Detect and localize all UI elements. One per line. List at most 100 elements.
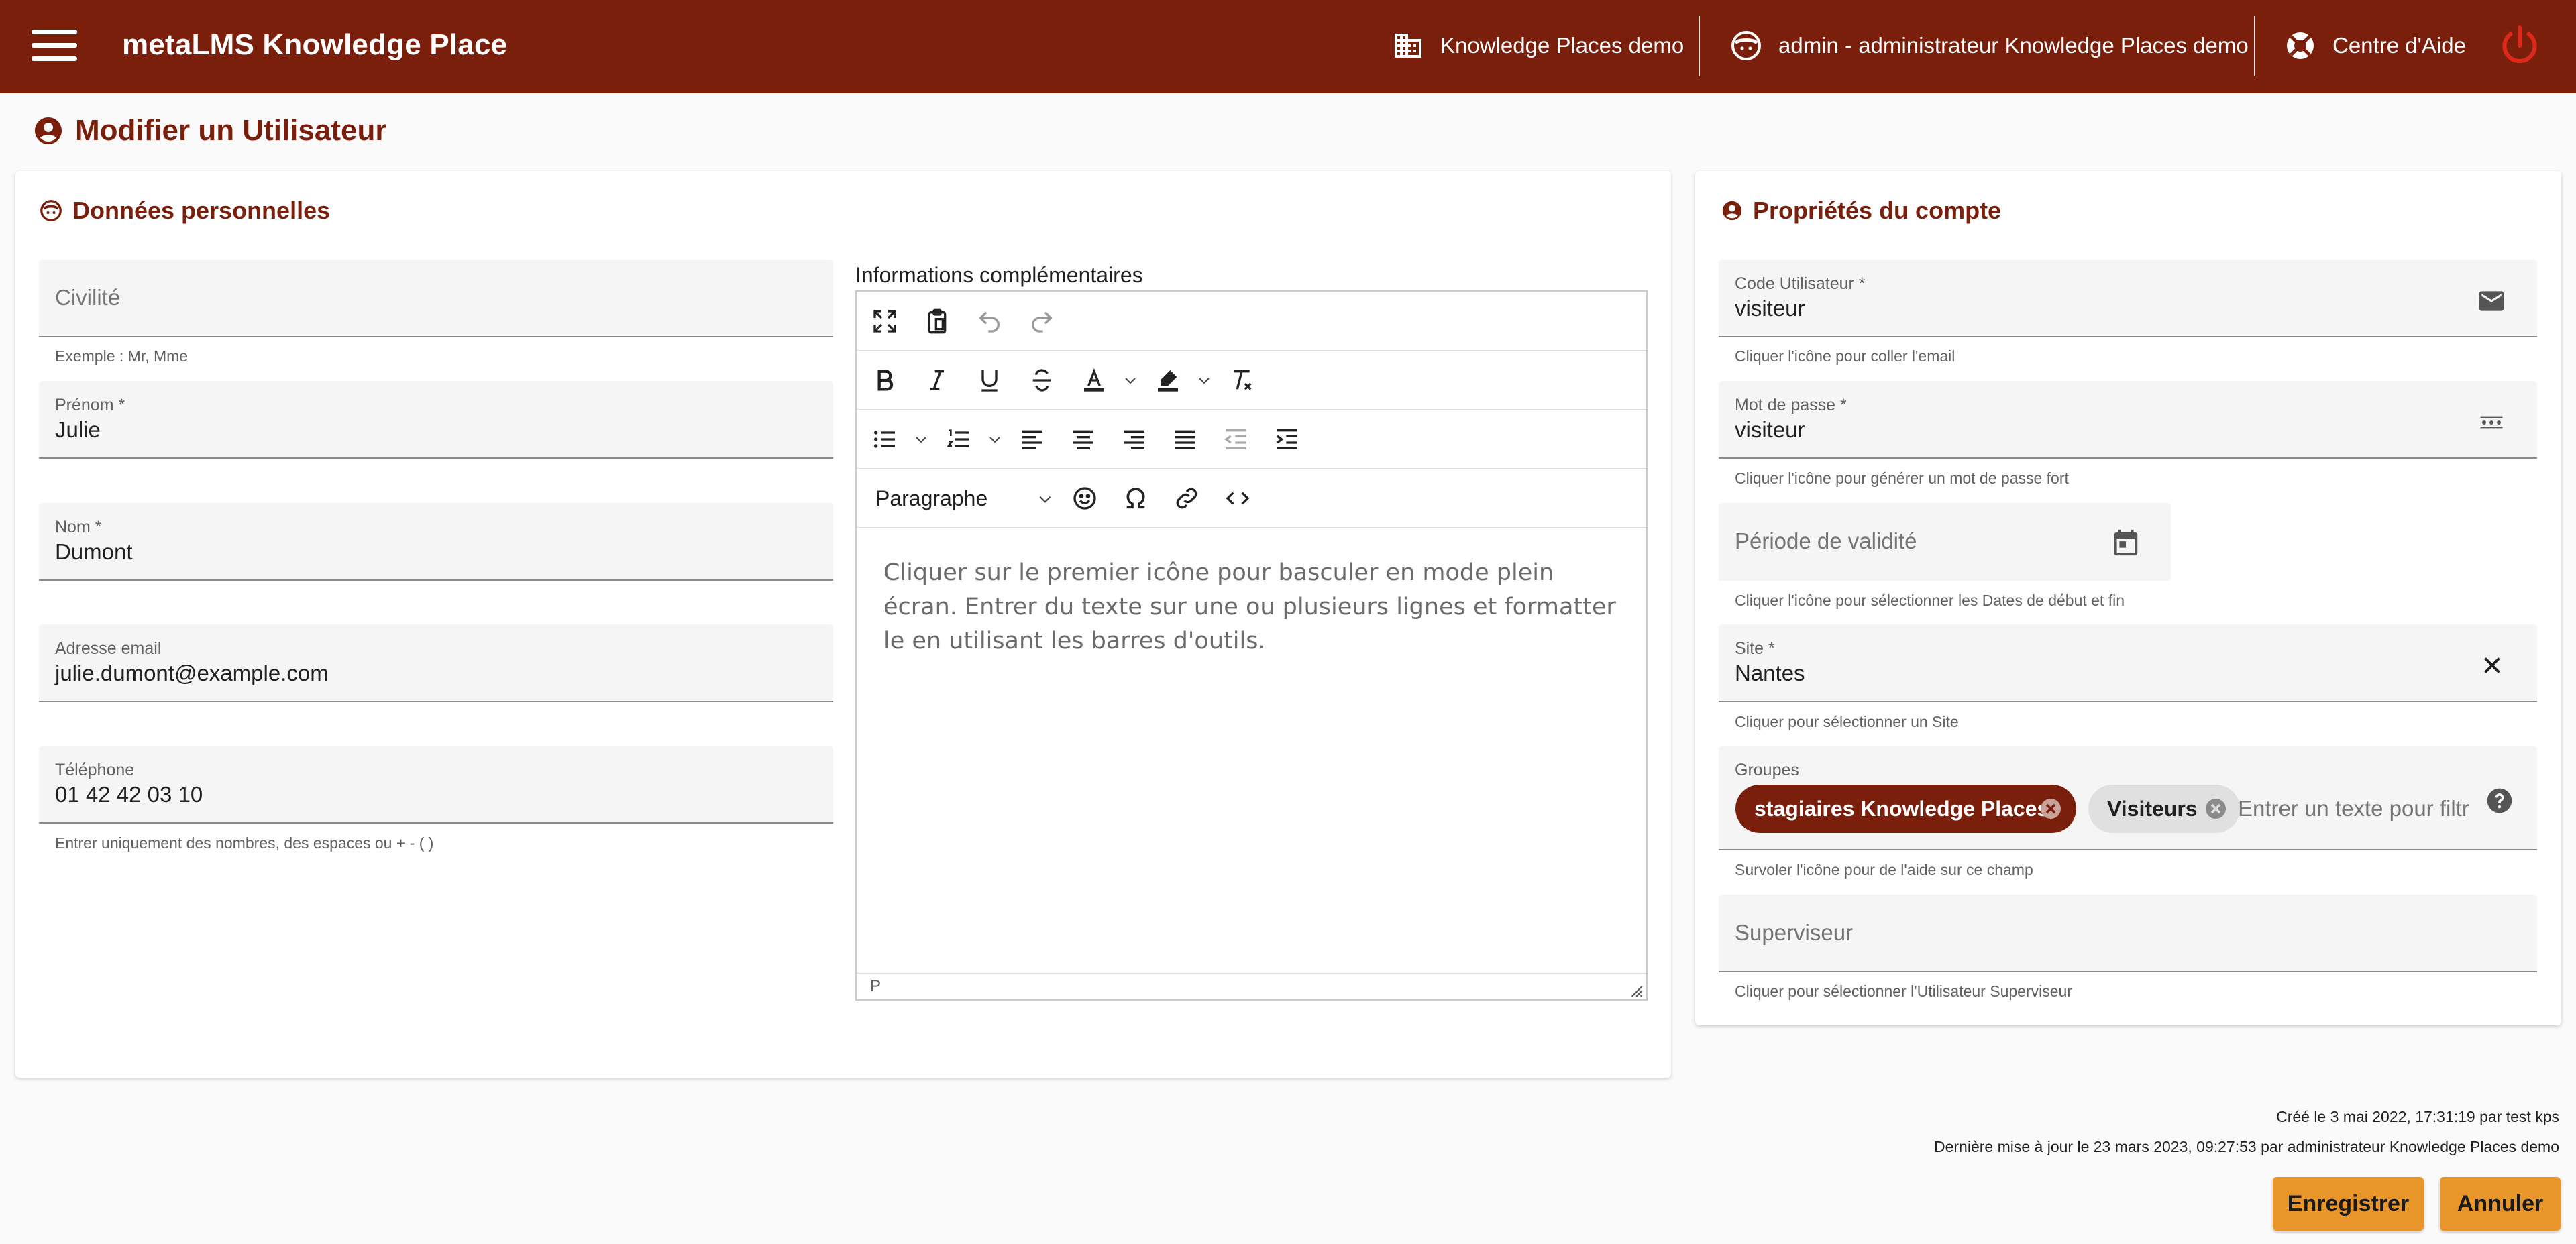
email-field[interactable]: Adresse email julie.dumont@example.com: [39, 624, 833, 702]
cancel-button[interactable]: Annuler: [2440, 1177, 2561, 1231]
user-code-field[interactable]: Code Utilisateur * visiteur: [1719, 260, 2537, 337]
italic-icon[interactable]: [921, 364, 953, 396]
align-left-icon[interactable]: [1016, 423, 1049, 455]
prenom-value: Julie: [55, 417, 101, 442]
place-label: Knowledge Places demo: [1440, 33, 1684, 58]
user-code-value: visiteur: [1735, 296, 1805, 321]
account-properties-title-text: Propriétés du compte: [1753, 196, 2002, 224]
password-value: visiteur: [1735, 417, 1805, 442]
remove-chip-icon[interactable]: [2204, 797, 2228, 821]
emoji-icon[interactable]: [1069, 482, 1101, 514]
place-selector[interactable]: Knowledge Places demo: [1392, 27, 1684, 64]
rich-text-editor: Paragraphe Cliquer sur le premier icône …: [855, 290, 1648, 1001]
top-app-bar: metaLMS Knowledge Place Knowledge Places…: [0, 0, 2576, 93]
site-field[interactable]: Site * Nantes: [1719, 624, 2537, 702]
clear-format-icon[interactable]: [1226, 364, 1258, 396]
help-center-link[interactable]: Centre d'Aide: [2284, 27, 2466, 64]
help-label: Centre d'Aide: [2332, 33, 2466, 58]
paste-icon[interactable]: [921, 305, 953, 337]
prenom-label: Prénom *: [55, 396, 125, 414]
password-generate-icon[interactable]: [2477, 408, 2506, 437]
outdent-icon[interactable]: [1220, 423, 1252, 455]
account-properties-title: Propriétés du compte: [1721, 196, 2001, 225]
chevron-down-icon[interactable]: [913, 431, 929, 447]
telephone-hint: Entrer uniquement des nombres, des espac…: [55, 834, 434, 852]
user-menu[interactable]: admin - administrateur Knowledge Places …: [1730, 27, 2249, 64]
editor-statusbar: P: [857, 973, 1646, 999]
editor-label: Informations complémentaires: [855, 263, 1143, 287]
validity-hint: Cliquer l'icône pour sélectionner les Da…: [1735, 591, 2125, 609]
remove-chip-icon[interactable]: [2039, 797, 2063, 821]
email-label: Adresse email: [55, 639, 162, 658]
nom-label: Nom *: [55, 518, 102, 536]
undo-icon[interactable]: [973, 305, 1006, 337]
resize-handle-icon[interactable]: [1626, 980, 1644, 998]
validity-placeholder: Période de validité: [1735, 528, 1917, 553]
link-icon[interactable]: [1171, 482, 1203, 514]
account-circle-icon: [1722, 201, 1742, 221]
chevron-down-icon[interactable]: [1196, 372, 1212, 388]
group-chip-label: Visiteurs: [2107, 796, 2198, 821]
help-icon[interactable]: [2485, 786, 2514, 815]
email-icon[interactable]: [2477, 286, 2506, 316]
validity-period-field[interactable]: Période de validité: [1719, 503, 2171, 581]
password-field[interactable]: Mot de passe * visiteur: [1719, 381, 2537, 459]
group-chip-label: stagiaires Knowledge Places: [1754, 796, 2049, 821]
redo-icon[interactable]: [1026, 305, 1058, 337]
calendar-icon[interactable]: [2110, 527, 2141, 558]
groups-hint: Survoler l'icône pour de l'aide sur ce c…: [1735, 861, 2033, 879]
nom-field[interactable]: Nom * Dumont: [39, 503, 833, 581]
created-info: Créé le 3 mai 2022, 17:31:19 par test kp…: [2276, 1108, 2559, 1125]
group-chip-stagiaires[interactable]: stagiaires Knowledge Places: [1735, 785, 2076, 833]
supervisor-field[interactable]: Superviseur: [1719, 895, 2537, 972]
user-face-icon: [1731, 31, 1761, 60]
highlight-icon[interactable]: [1152, 364, 1184, 396]
telephone-field[interactable]: Téléphone 01 42 42 03 10: [39, 746, 833, 824]
user-code-label: Code Utilisateur *: [1735, 274, 1866, 293]
editor-toolbar-row-2: [857, 351, 1646, 410]
groups-filter-input[interactable]: Entrer un texte pour filtrer: [2238, 796, 2469, 822]
personal-data-title-text: Données personnelles: [72, 196, 331, 224]
editor-content[interactable]: Cliquer sur le premier icône pour bascul…: [883, 556, 1628, 659]
groups-label: Groupes: [1735, 760, 1799, 779]
group-chip-visiteurs[interactable]: Visiteurs: [2088, 785, 2240, 833]
strikethrough-icon[interactable]: [1026, 364, 1058, 396]
site-hint: Cliquer pour sélectionner un Site: [1735, 713, 1959, 730]
civilite-placeholder: Civilité: [55, 285, 121, 310]
app-title: metaLMS Knowledge Place: [122, 28, 508, 61]
bullet-list-icon[interactable]: [869, 423, 901, 455]
user-label: admin - administrateur Knowledge Places …: [1778, 33, 2249, 58]
supervisor-placeholder: Superviseur: [1735, 920, 1854, 945]
supervisor-hint: Cliquer pour sélectionner l'Utilisateur …: [1735, 982, 2072, 1000]
civilite-field[interactable]: Civilité: [39, 260, 833, 337]
align-right-icon[interactable]: [1118, 423, 1150, 455]
telephone-value: 01 42 42 03 10: [55, 782, 203, 807]
power-icon[interactable]: [2496, 21, 2544, 70]
block-format-select[interactable]: Paragraphe: [875, 481, 1057, 516]
special-character-icon[interactable]: [1120, 482, 1152, 514]
prenom-field[interactable]: Prénom * Julie: [39, 381, 833, 459]
save-button[interactable]: Enregistrer: [2273, 1177, 2424, 1231]
chevron-down-icon[interactable]: [1122, 372, 1138, 388]
block-format-value: Paragraphe: [875, 486, 988, 510]
face-icon: [40, 200, 62, 221]
underline-icon[interactable]: [973, 364, 1006, 396]
indent-icon[interactable]: [1271, 423, 1303, 455]
email-value: julie.dumont@example.com: [55, 661, 329, 685]
element-path[interactable]: P: [870, 977, 881, 995]
chevron-down-icon[interactable]: [987, 431, 1003, 447]
bold-icon[interactable]: [869, 364, 901, 396]
building-icon: [1395, 34, 1421, 58]
civilite-hint: Exemple : Mr, Mme: [55, 347, 189, 365]
fullscreen-icon[interactable]: [869, 305, 901, 337]
divider: [1699, 16, 1700, 76]
editor-toolbar-row-3: [857, 410, 1646, 469]
align-center-icon[interactable]: [1067, 423, 1099, 455]
source-code-icon[interactable]: [1222, 482, 1254, 514]
justify-icon[interactable]: [1169, 423, 1201, 455]
text-color-icon[interactable]: [1078, 364, 1110, 396]
close-icon[interactable]: [2478, 651, 2506, 679]
menu-icon[interactable]: [32, 27, 77, 64]
editor-placeholder: Cliquer sur le premier icône pour bascul…: [883, 559, 1616, 655]
numbered-list-icon[interactable]: [943, 423, 975, 455]
